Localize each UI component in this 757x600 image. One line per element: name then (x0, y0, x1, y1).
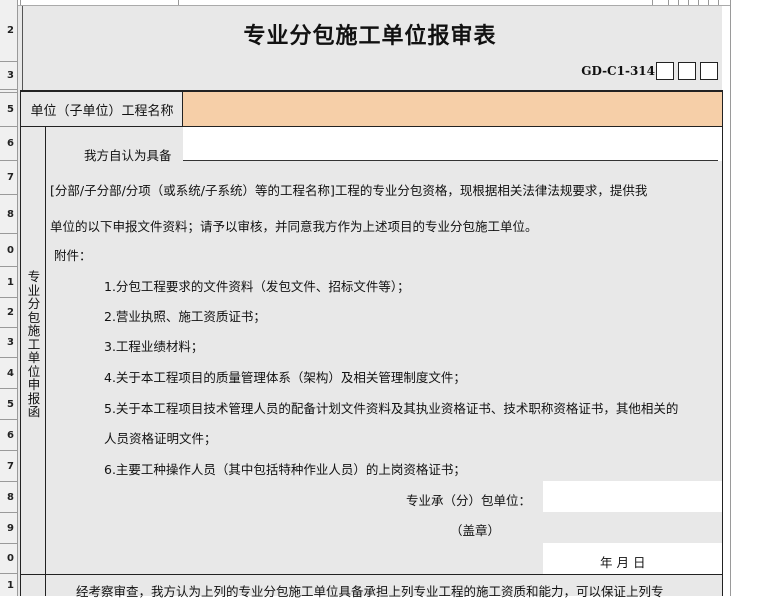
row-number[interactable]: 5 (0, 389, 17, 420)
input-underline (183, 160, 718, 161)
date-label: 年 月 日 (600, 555, 646, 570)
attachment-item: 3.工程业绩材料； (104, 339, 204, 354)
row-number[interactable]: 1 (0, 267, 17, 298)
seal-label: （盖章） (450, 523, 501, 538)
row-number[interactable]: 1 (0, 574, 17, 596)
table-border (20, 90, 21, 596)
paragraph-line: 单位的以下申报文件资料；请予以审核，并同意我方作为上述项目的专业分包施工单位。 (50, 219, 538, 234)
row-number[interactable]: 3 (0, 328, 17, 358)
row-header-column: 2 3 4 5 6 7 8 0 1 2 3 4 5 6 7 8 9 0 1 (0, 0, 18, 596)
form-title: 专业分包施工单位报审表 (243, 24, 497, 49)
row-number[interactable]: 2 (0, 0, 17, 62)
attachment-item: 1.分包工程要求的文件资料（发包文件、招标文件等）； (104, 279, 410, 294)
row-number[interactable]: 4 (0, 358, 17, 389)
side-label-vertical: 专业分包施工单位申报函 (27, 269, 41, 419)
signature-label: 专业承（分）包单位： (406, 493, 532, 508)
intro-text: 我方自认为具备 (84, 148, 172, 163)
row-number[interactable]: 9 (0, 513, 17, 544)
row-number[interactable]: 7 (0, 451, 17, 482)
paragraph-line: [分部/子分部/分项（或系统/子系统）等的工程名称]工程的专业分包资格，现根据相… (50, 183, 648, 198)
column-divider (730, 0, 731, 596)
row-number[interactable]: 2 (0, 298, 17, 328)
row-number[interactable]: 3 (0, 62, 17, 90)
row-number[interactable]: 8 (0, 482, 17, 513)
form-code: GD-C1-314 (581, 64, 655, 78)
row-number[interactable]: 5 (0, 93, 17, 127)
project-name-input[interactable] (183, 92, 722, 126)
project-name-label: 单位（子单位）工程名称 (30, 103, 174, 119)
attachment-item: 4.关于本工程项目的质量管理体系（架构）及相关管理制度文件； (104, 370, 466, 385)
row-number[interactable]: 0 (0, 234, 17, 267)
row-number[interactable]: 6 (0, 420, 17, 451)
code-box[interactable] (656, 62, 674, 80)
code-box[interactable] (700, 62, 718, 80)
right-blank-area (730, 0, 757, 596)
subcontractor-signature-input[interactable] (543, 481, 722, 512)
attachment-item: 2.营业执照、施工资质证书； (104, 309, 266, 324)
qualification-input[interactable] (183, 127, 722, 161)
attachment-item: 6.主要工种操作人员（其中包括特种作业人员）的上岗资格证书； (104, 462, 466, 477)
attachment-item: 人员资格证明文件； (104, 431, 217, 446)
row-number[interactable]: 0 (0, 544, 17, 574)
row-number[interactable]: 6 (0, 127, 17, 161)
table-border (20, 574, 723, 575)
table-border (722, 90, 723, 596)
review-text: 经考察审查，我方认为上列的专业分包施工单位具备承担上列专业工程的施工资质和能力，… (76, 584, 664, 599)
code-box[interactable] (678, 62, 696, 80)
row-number[interactable]: 8 (0, 195, 17, 234)
attachments-label: 附件： (54, 248, 92, 263)
row-number[interactable]: 7 (0, 161, 17, 195)
attachment-item: 5.关于本工程项目技术管理人员的配备计划文件资料及其执业资格证书、技术职称资格证… (104, 401, 679, 416)
